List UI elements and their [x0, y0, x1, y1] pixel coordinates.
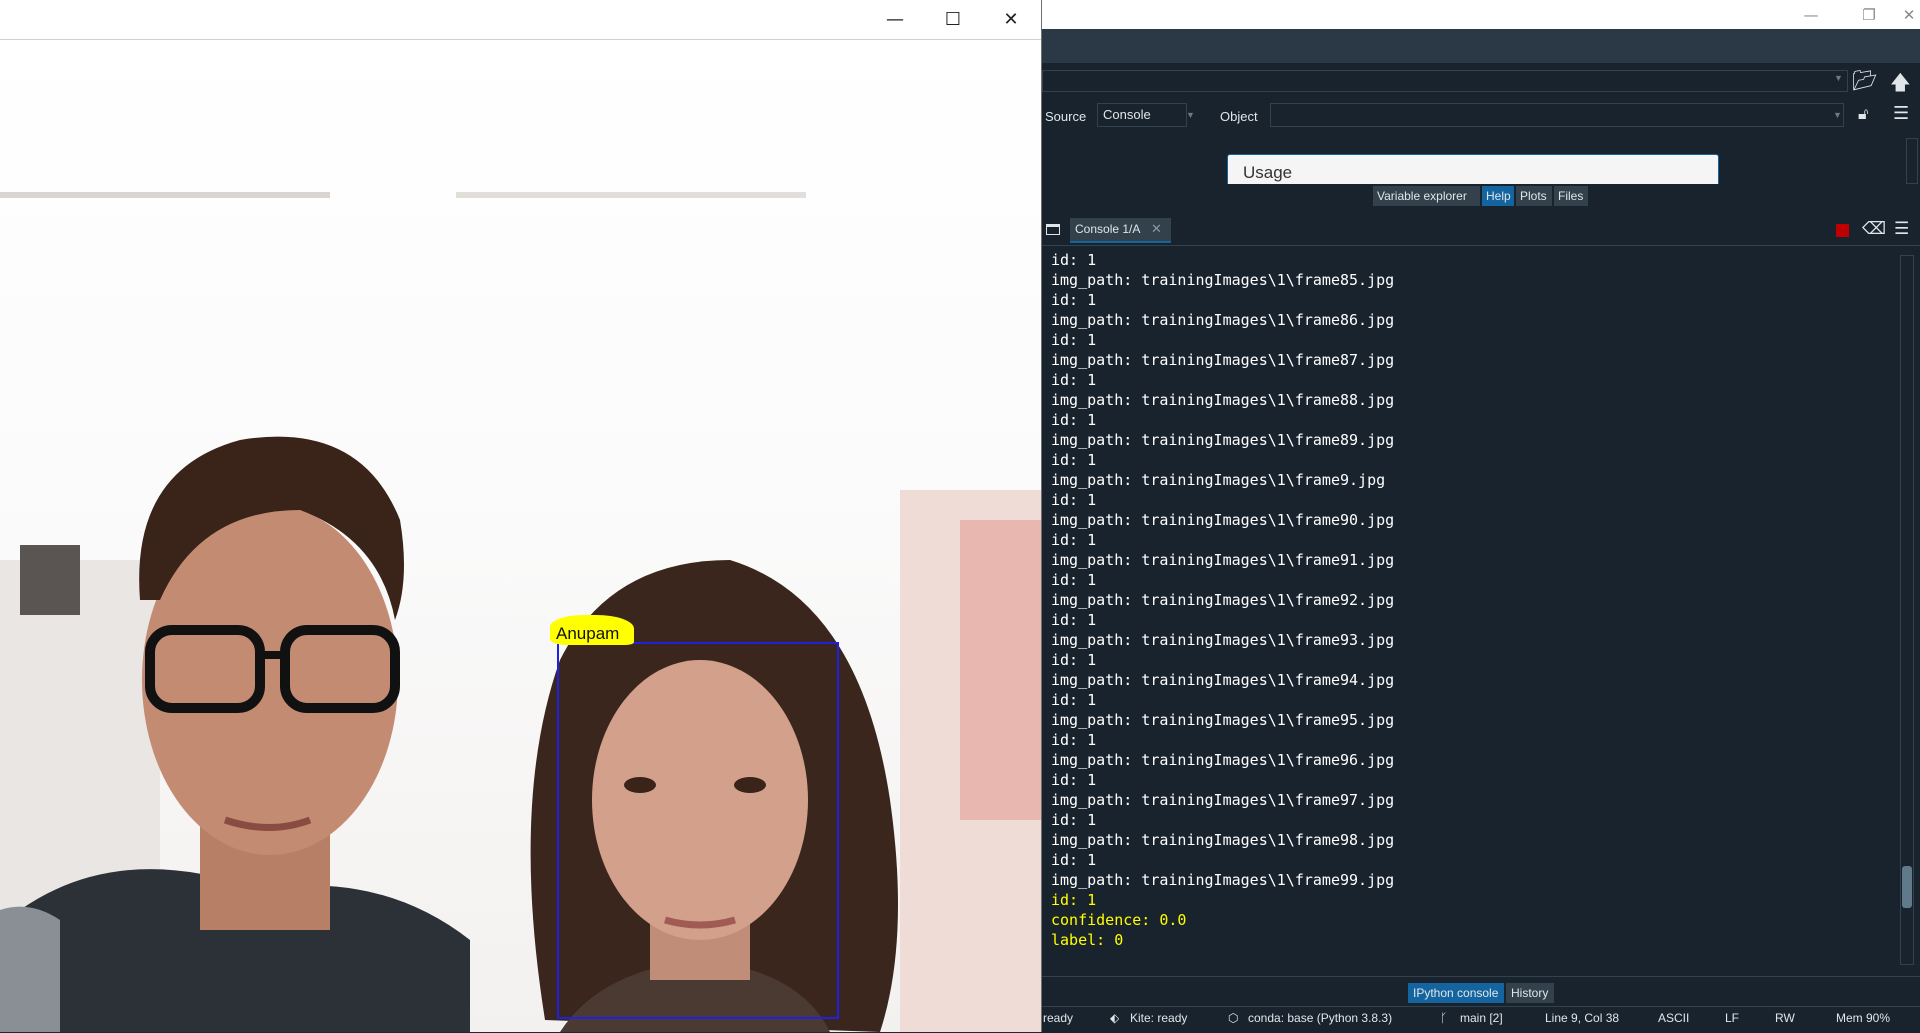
- console-line: img_path: trainingImages\1\frame98.jpg: [1051, 831, 1395, 849]
- console-line: img_path: trainingImages\1\frame91.jpg: [1051, 551, 1395, 569]
- stop-kernel-icon[interactable]: [1836, 224, 1849, 237]
- console-line: id: 1: [1051, 851, 1097, 869]
- maximize-icon[interactable]: ☐: [924, 0, 982, 39]
- camera-feed: Anupam: [0, 40, 1041, 1032]
- minimize-icon[interactable]: —: [866, 0, 924, 39]
- camera-scene: [0, 436, 1041, 1032]
- source-combo[interactable]: Console: [1097, 103, 1187, 127]
- console-line: id: 1: [1051, 811, 1097, 829]
- chevron-down-icon[interactable]: ▼: [1833, 110, 1842, 120]
- console-line: id: 1: [1051, 451, 1097, 469]
- help-options-menu-icon[interactable]: ☰: [1893, 103, 1909, 124]
- eraser-icon[interactable]: ⌫: [1862, 219, 1886, 239]
- console-line-highlighted: confidence: 0.0: [1051, 911, 1187, 929]
- status-kite[interactable]: Kite: ready: [1130, 1011, 1187, 1025]
- console-line: id: 1: [1051, 651, 1097, 669]
- console-scrollbar[interactable]: [1900, 255, 1914, 965]
- console-line: img_path: trainingImages\1\frame87.jpg: [1051, 351, 1395, 369]
- console-line: id: 1: [1051, 251, 1097, 269]
- working-directory-combo[interactable]: [1042, 70, 1848, 92]
- help-scrollbar[interactable]: [1906, 138, 1918, 184]
- status-cursor-position: Line 9, Col 38: [1545, 1011, 1620, 1025]
- source-label: Source: [1045, 109, 1087, 124]
- chevron-down-icon[interactable]: ▼: [1186, 110, 1195, 120]
- status-permissions: RW: [1775, 1011, 1795, 1025]
- console-toolbar: [1040, 215, 1920, 246]
- tab-ipython-console[interactable]: IPython console: [1408, 983, 1504, 1003]
- console-line: img_path: trainingImages\1\frame95.jpg: [1051, 711, 1395, 729]
- status-git[interactable]: main [2]: [1460, 1011, 1503, 1025]
- status-ready: ready: [1043, 1011, 1074, 1025]
- detected-name-label: Anupam: [556, 624, 620, 643]
- console-line: id: 1: [1051, 331, 1097, 349]
- console-line: img_path: trainingImages\1\frame89.jpg: [1051, 431, 1395, 449]
- browse-tabs-icon[interactable]: [1046, 224, 1060, 235]
- console-line: id: 1: [1051, 491, 1097, 509]
- status-memory: Mem 90%: [1836, 1011, 1891, 1025]
- console-line: id: 1: [1051, 771, 1097, 789]
- lock-icon[interactable]: 🔓︎: [1858, 104, 1868, 124]
- console-line: id: 1: [1051, 611, 1097, 629]
- camera-titlebar: — ☐ ✕: [0, 0, 1041, 40]
- status-encoding: ASCII: [1658, 1011, 1690, 1025]
- face-detection-box: [557, 642, 839, 1019]
- chevron-down-icon[interactable]: ▼: [1834, 73, 1843, 83]
- spyder-titlebar: — ❐ ✕: [1040, 0, 1920, 29]
- spyder-minimize-button[interactable]: —: [1782, 0, 1840, 29]
- spyder-close-button[interactable]: ✕: [1898, 0, 1920, 29]
- git-branch-icon: ᚴ: [1440, 1011, 1448, 1025]
- console-line: img_path: trainingImages\1\frame97.jpg: [1051, 791, 1395, 809]
- console-line: img_path: trainingImages\1\frame93.jpg: [1051, 631, 1395, 649]
- console-line: img_path: trainingImages\1\frame92.jpg: [1051, 591, 1395, 609]
- console-line: img_path: trainingImages\1\frame85.jpg: [1051, 271, 1395, 289]
- console-line: id: 1: [1051, 571, 1097, 589]
- console-line-highlighted: label: 0: [1051, 931, 1124, 949]
- conda-icon: ⬡: [1228, 1011, 1239, 1025]
- camera-window: — ☐ ✕ Anupam: [0, 0, 1042, 1032]
- console-line: id: 1: [1051, 531, 1097, 549]
- open-folder-icon[interactable]: 📂︎: [1852, 68, 1877, 92]
- console-line: img_path: trainingImages\1\frame90.jpg: [1051, 511, 1395, 529]
- tab-files[interactable]: Files: [1554, 186, 1588, 206]
- tab-help[interactable]: Help: [1482, 186, 1514, 206]
- console-line: img_path: trainingImages\1\frame94.jpg: [1051, 671, 1395, 689]
- spyder-toolbar: [1040, 29, 1920, 64]
- console-line: id: 1: [1051, 371, 1097, 389]
- status-conda[interactable]: conda: base (Python 3.8.3): [1248, 1011, 1392, 1025]
- spyder-restore-button[interactable]: ❐: [1840, 0, 1898, 29]
- kite-icon: ⬖: [1110, 1011, 1120, 1025]
- tab-plots[interactable]: Plots: [1516, 186, 1552, 206]
- object-combo[interactable]: [1270, 103, 1844, 127]
- console-scrollbar-thumb[interactable]: [1902, 866, 1912, 908]
- console-line: img_path: trainingImages\1\frame9.jpg: [1051, 471, 1386, 489]
- console-lines: id: 1 img_path: trainingImages\1\frame85.…: [1051, 250, 1394, 950]
- console-options-menu-icon[interactable]: ☰: [1894, 219, 1909, 239]
- console-line: img_path: trainingImages\1\frame88.jpg: [1051, 391, 1395, 409]
- usage-panel: [1227, 154, 1719, 184]
- console-line: id: 1: [1051, 691, 1097, 709]
- tab-history[interactable]: History: [1506, 983, 1554, 1003]
- console-line-highlighted: id: 1: [1051, 891, 1097, 909]
- console-line: img_path: trainingImages\1\frame86.jpg: [1051, 311, 1395, 329]
- console-line: id: 1: [1051, 411, 1097, 429]
- object-label: Object: [1220, 109, 1258, 124]
- console-line: id: 1: [1051, 731, 1097, 749]
- console-line: img_path: trainingImages\1\frame99.jpg: [1051, 871, 1395, 889]
- console-line: id: 1: [1051, 291, 1097, 309]
- close-icon[interactable]: ✕: [982, 0, 1040, 39]
- parent-directory-icon[interactable]: 🡅: [1890, 68, 1911, 102]
- usage-title: Usage: [1243, 163, 1293, 182]
- status-eol: LF: [1725, 1011, 1740, 1025]
- tab-variable-explorer[interactable]: Variable explorer: [1373, 186, 1480, 206]
- pane-tab-bar: [1040, 184, 1920, 208]
- console-line: img_path: trainingImages\1\frame96.jpg: [1051, 751, 1395, 769]
- close-icon[interactable]: ✕: [1151, 221, 1162, 237]
- console-output[interactable]: id: 1 img_path: trainingImages\1\frame85.…: [1040, 246, 1900, 974]
